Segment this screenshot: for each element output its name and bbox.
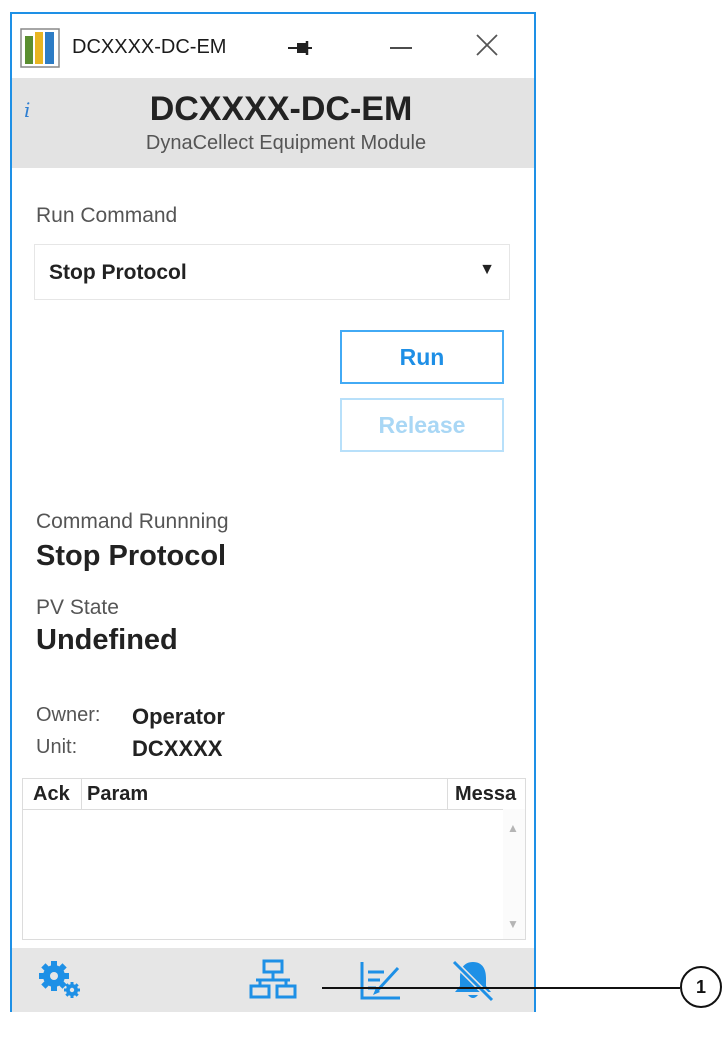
message-grid[interactable]: Ack Param Messa ▲ ▼ xyxy=(22,778,526,940)
chevron-down-icon[interactable]: ▼ xyxy=(479,261,495,279)
run-command-selected-value: Stop Protocol xyxy=(49,261,187,284)
title-bar: DCXXXX-DC-EM xyxy=(12,14,534,78)
release-button[interactable]: Release xyxy=(340,398,504,452)
owner-label: Owner: xyxy=(36,704,101,726)
owner-value: Operator xyxy=(132,704,225,729)
close-icon[interactable] xyxy=(472,30,502,60)
column-divider xyxy=(447,779,448,809)
column-divider xyxy=(81,779,82,809)
scroll-up-icon[interactable]: ▲ xyxy=(507,821,519,835)
run-command-label: Run Command xyxy=(36,204,178,227)
command-running-label: Command Runnning xyxy=(36,510,229,533)
edit-chart-icon[interactable] xyxy=(356,958,406,1002)
module-header: i DCXXXX-DC-EM DynaCellect Equipment Mod… xyxy=(12,78,534,168)
bell-muted-icon[interactable] xyxy=(448,958,498,1002)
pin-icon[interactable] xyxy=(284,36,318,60)
pv-state-label: PV State xyxy=(36,596,119,619)
app-logo-icon xyxy=(20,28,60,68)
run-command-select[interactable]: Stop Protocol ▼ xyxy=(34,244,510,300)
module-subtitle: DynaCellect Equipment Module xyxy=(145,132,427,154)
column-ack[interactable]: Ack xyxy=(33,783,70,806)
run-button[interactable]: Run xyxy=(340,330,504,384)
app-window: DCXXXX-DC-EM i DCXXXX-DC-EM DynaCellect … xyxy=(10,12,536,1012)
scroll-down-icon[interactable]: ▼ xyxy=(507,917,519,931)
callout-line xyxy=(322,987,680,989)
column-message[interactable]: Messa xyxy=(455,783,525,806)
grid-scrollbar[interactable]: ▲ ▼ xyxy=(503,809,525,939)
minimize-icon[interactable] xyxy=(384,36,418,60)
bottom-toolbar xyxy=(12,948,534,1012)
callout-marker: 1 xyxy=(680,966,722,1008)
grid-header: Ack Param Messa xyxy=(23,779,525,810)
pv-state-value: Undefined xyxy=(36,624,178,656)
network-icon[interactable] xyxy=(248,958,298,1002)
column-param[interactable]: Param xyxy=(87,783,148,806)
module-title: DCXXXX-DC-EM xyxy=(149,90,413,128)
unit-label: Unit: xyxy=(36,736,78,758)
window-title: DCXXXX-DC-EM xyxy=(72,36,227,58)
command-running-value: Stop Protocol xyxy=(36,540,227,572)
gears-icon[interactable] xyxy=(36,958,86,1002)
unit-value: DCXXXX xyxy=(132,736,223,761)
